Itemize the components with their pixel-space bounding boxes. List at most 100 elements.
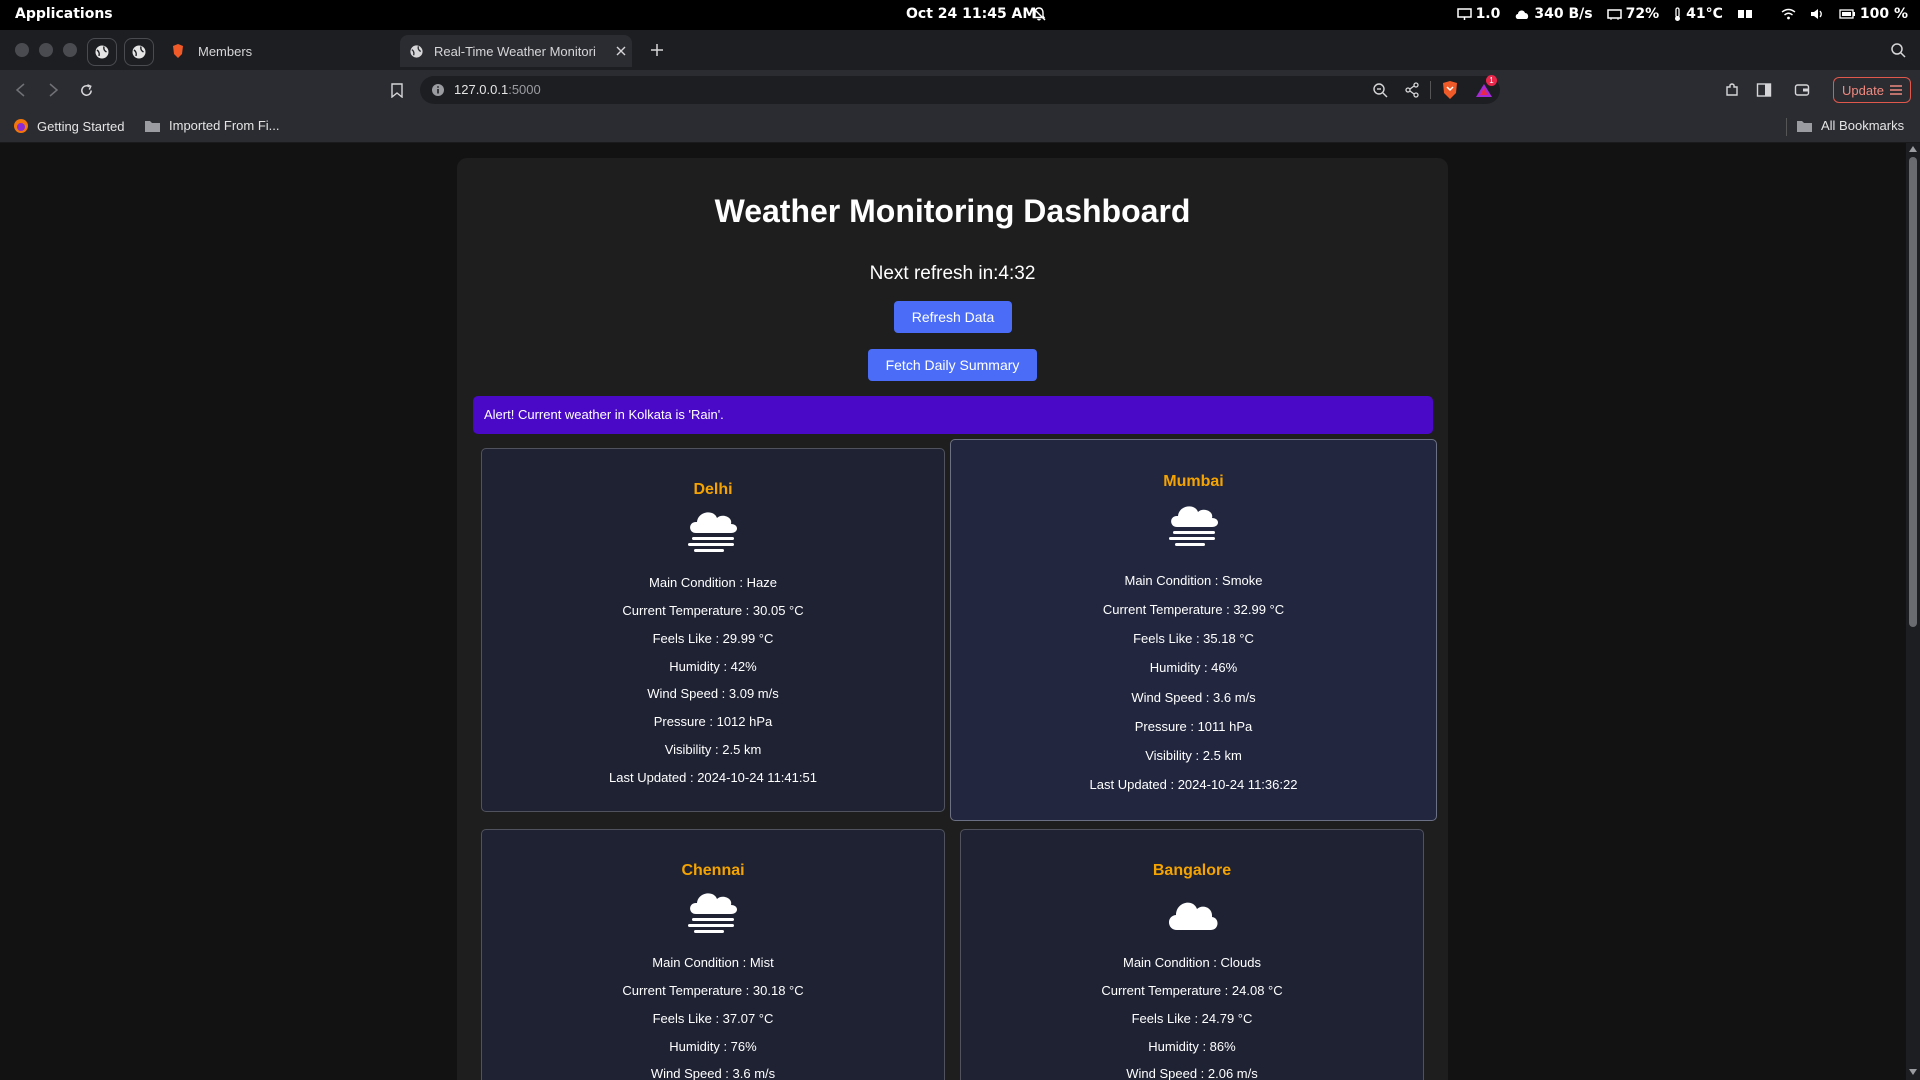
thermometer-icon <box>1675 6 1681 21</box>
haze-icon <box>1168 506 1218 546</box>
page-title: Weather Monitoring Dashboard <box>714 193 1191 229</box>
stat-pressure: Pressure : 1012 hPa <box>653 714 773 729</box>
notifications-off-icon[interactable] <box>1031 6 1047 22</box>
stat-main-condition: Main Condition : Smoke <box>1124 573 1263 588</box>
site-info-icon[interactable] <box>431 83 445 97</box>
window-minimize-button[interactable] <box>39 43 53 57</box>
system-clock[interactable]: Oct 24 11:45 AM <box>906 6 1036 22</box>
stat-humidity: Humidity : 86% <box>1148 1039 1236 1054</box>
stat-last-updated: Last Updated : 2024-10-24 11:36:22 <box>1089 777 1298 792</box>
battery-icon <box>1839 9 1855 19</box>
forward-arrow-icon <box>49 83 59 97</box>
system-tray: 1.0 340 B/s 72% 41°C 100 % <box>1456 6 1908 22</box>
globe-icon <box>95 45 109 59</box>
url-text[interactable]: 127.0.0.1:5000 <box>454 82 541 97</box>
sidebar-toggle-icon[interactable] <box>1756 82 1772 98</box>
stat-main-condition: Main Condition : Haze <box>649 575 777 590</box>
stat-feels-like: Feels Like : 29.99 °C <box>652 631 774 646</box>
stat-current-temperature: Current Temperature : 30.18 °C <box>622 983 804 998</box>
brave-icon <box>173 44 183 58</box>
stat-wind-speed: Wind Speed : 3.6 m/s <box>1131 690 1256 705</box>
stat-main-condition: Main Condition : Clouds <box>1122 955 1262 970</box>
brave-shields-icon[interactable] <box>1441 80 1459 100</box>
stat-feels-like: Feels Like : 35.18 °C <box>1133 631 1254 646</box>
divider <box>1430 81 1431 99</box>
volume-indicator[interactable] <box>1810 8 1825 20</box>
wifi-icon <box>1781 8 1796 20</box>
address-bar[interactable]: 127.0.0.1:5000 1 <box>420 75 1500 104</box>
bookmark-imported-folder[interactable]: Imported From Fi... <box>144 118 280 133</box>
scroll-down-icon[interactable] <box>1909 1069 1917 1075</box>
new-tab-icon[interactable] <box>650 43 664 57</box>
city-name: Chennai <box>681 862 745 879</box>
tab-members[interactable]: Members <box>164 35 394 67</box>
share-icon[interactable] <box>1405 82 1420 98</box>
haze-icon <box>688 512 737 552</box>
memory-icon <box>1606 9 1622 20</box>
stat-humidity: Humidity : 46% <box>1149 660 1238 675</box>
page-viewport: Weather Monitoring Dashboard Next refres… <box>0 143 1906 1080</box>
city-card-chennai: Chennai Main Condition : Mist Current Te… <box>481 829 945 1080</box>
monitor-indicator[interactable]: 1.0 <box>1456 6 1500 22</box>
bookmark-getting-started[interactable]: Getting Started <box>13 118 124 134</box>
stat-feels-like: Feels Like : 37.07 °C <box>652 1011 774 1026</box>
firefox-icon <box>14 119 28 133</box>
stat-wind-speed: Wind Speed : 2.06 m/s <box>1126 1066 1258 1080</box>
bookmark-icon <box>391 82 403 98</box>
stat-current-temperature: Current Temperature : 30.05 °C <box>622 603 804 618</box>
stat-current-temperature: Current Temperature : 32.99 °C <box>1102 602 1285 617</box>
refresh-data-button[interactable]: Refresh Data <box>894 301 1012 333</box>
close-tab-icon[interactable] <box>616 46 626 56</box>
applications-menu[interactable]: Applications <box>15 6 113 22</box>
workspace-icon <box>1737 10 1752 18</box>
bookmarks-bar: Getting Started Imported From Fi... All … <box>0 110 1920 143</box>
city-card-delhi: Delhi Main Condition : Haze Current Temp… <box>481 448 945 812</box>
stat-current-temperature: Current Temperature : 24.08 °C <box>1101 983 1283 998</box>
reload-icon <box>80 83 92 96</box>
window-close-button[interactable] <box>15 43 29 57</box>
folder-icon <box>1797 120 1812 132</box>
scroll-up-icon[interactable] <box>1909 146 1917 152</box>
window-maximize-button[interactable] <box>63 43 77 57</box>
scrollbar-thumb[interactable] <box>1909 157 1917 627</box>
stat-pressure: Pressure : 1011 hPa <box>1134 719 1253 734</box>
folder-icon <box>145 120 160 132</box>
back-button[interactable] <box>11 80 31 100</box>
browser-toolbar: 127.0.0.1:5000 1 Update <box>0 70 1920 110</box>
page-scrollbar[interactable] <box>1906 143 1920 1080</box>
update-button[interactable]: Update <box>1833 77 1911 103</box>
reload-button[interactable] <box>76 80 96 100</box>
city-name: Bangalore <box>1152 862 1232 879</box>
bookmark-page-button[interactable] <box>387 80 407 100</box>
city-name: Delhi <box>693 481 733 498</box>
globe-icon <box>410 44 423 58</box>
fetch-daily-summary-button[interactable]: Fetch Daily Summary <box>868 349 1037 381</box>
wallet-icon[interactable] <box>1794 82 1810 98</box>
cloud-icon <box>1168 902 1218 930</box>
tab-weather-monitor[interactable]: Real-Time Weather Monitori <box>400 35 632 67</box>
volume-icon <box>1810 9 1822 19</box>
workspace-indicator[interactable] <box>1737 9 1767 19</box>
wifi-indicator[interactable] <box>1781 8 1796 20</box>
weather-alert: Alert! Current weather in Kolkata is 'Ra… <box>473 396 1433 434</box>
city-card-bangalore: Bangalore Main Condition : Clouds Curren… <box>960 829 1424 1080</box>
memory-indicator[interactable]: 72% <box>1606 6 1659 22</box>
search-tabs-icon[interactable] <box>1890 42 1906 58</box>
battery-indicator[interactable]: 100 % <box>1839 6 1908 22</box>
stat-last-updated: Last Updated : 2024-10-24 11:41:51 <box>609 770 817 785</box>
zoom-icon[interactable] <box>1372 82 1388 98</box>
all-bookmarks[interactable]: All Bookmarks <box>1796 118 1904 133</box>
stat-visibility: Visibility : 2.5 km <box>664 742 762 757</box>
stat-wind-speed: Wind Speed : 3.6 m/s <box>650 1066 776 1080</box>
network-indicator[interactable]: 340 B/s <box>1514 6 1593 22</box>
monitor-icon <box>1456 7 1472 20</box>
pinned-tab[interactable] <box>124 38 154 66</box>
stat-wind-speed: Wind Speed : 3.09 m/s <box>647 686 779 701</box>
forward-button[interactable] <box>43 80 63 100</box>
pinned-tab[interactable] <box>87 38 117 66</box>
divider <box>1786 118 1787 136</box>
temperature-indicator[interactable]: 41°C <box>1673 6 1723 22</box>
rewards-badge: 1 <box>1486 75 1497 86</box>
extensions-icon[interactable] <box>1724 82 1740 98</box>
city-card-mumbai: Mumbai Main Condition : Smoke Current Te… <box>950 439 1437 821</box>
